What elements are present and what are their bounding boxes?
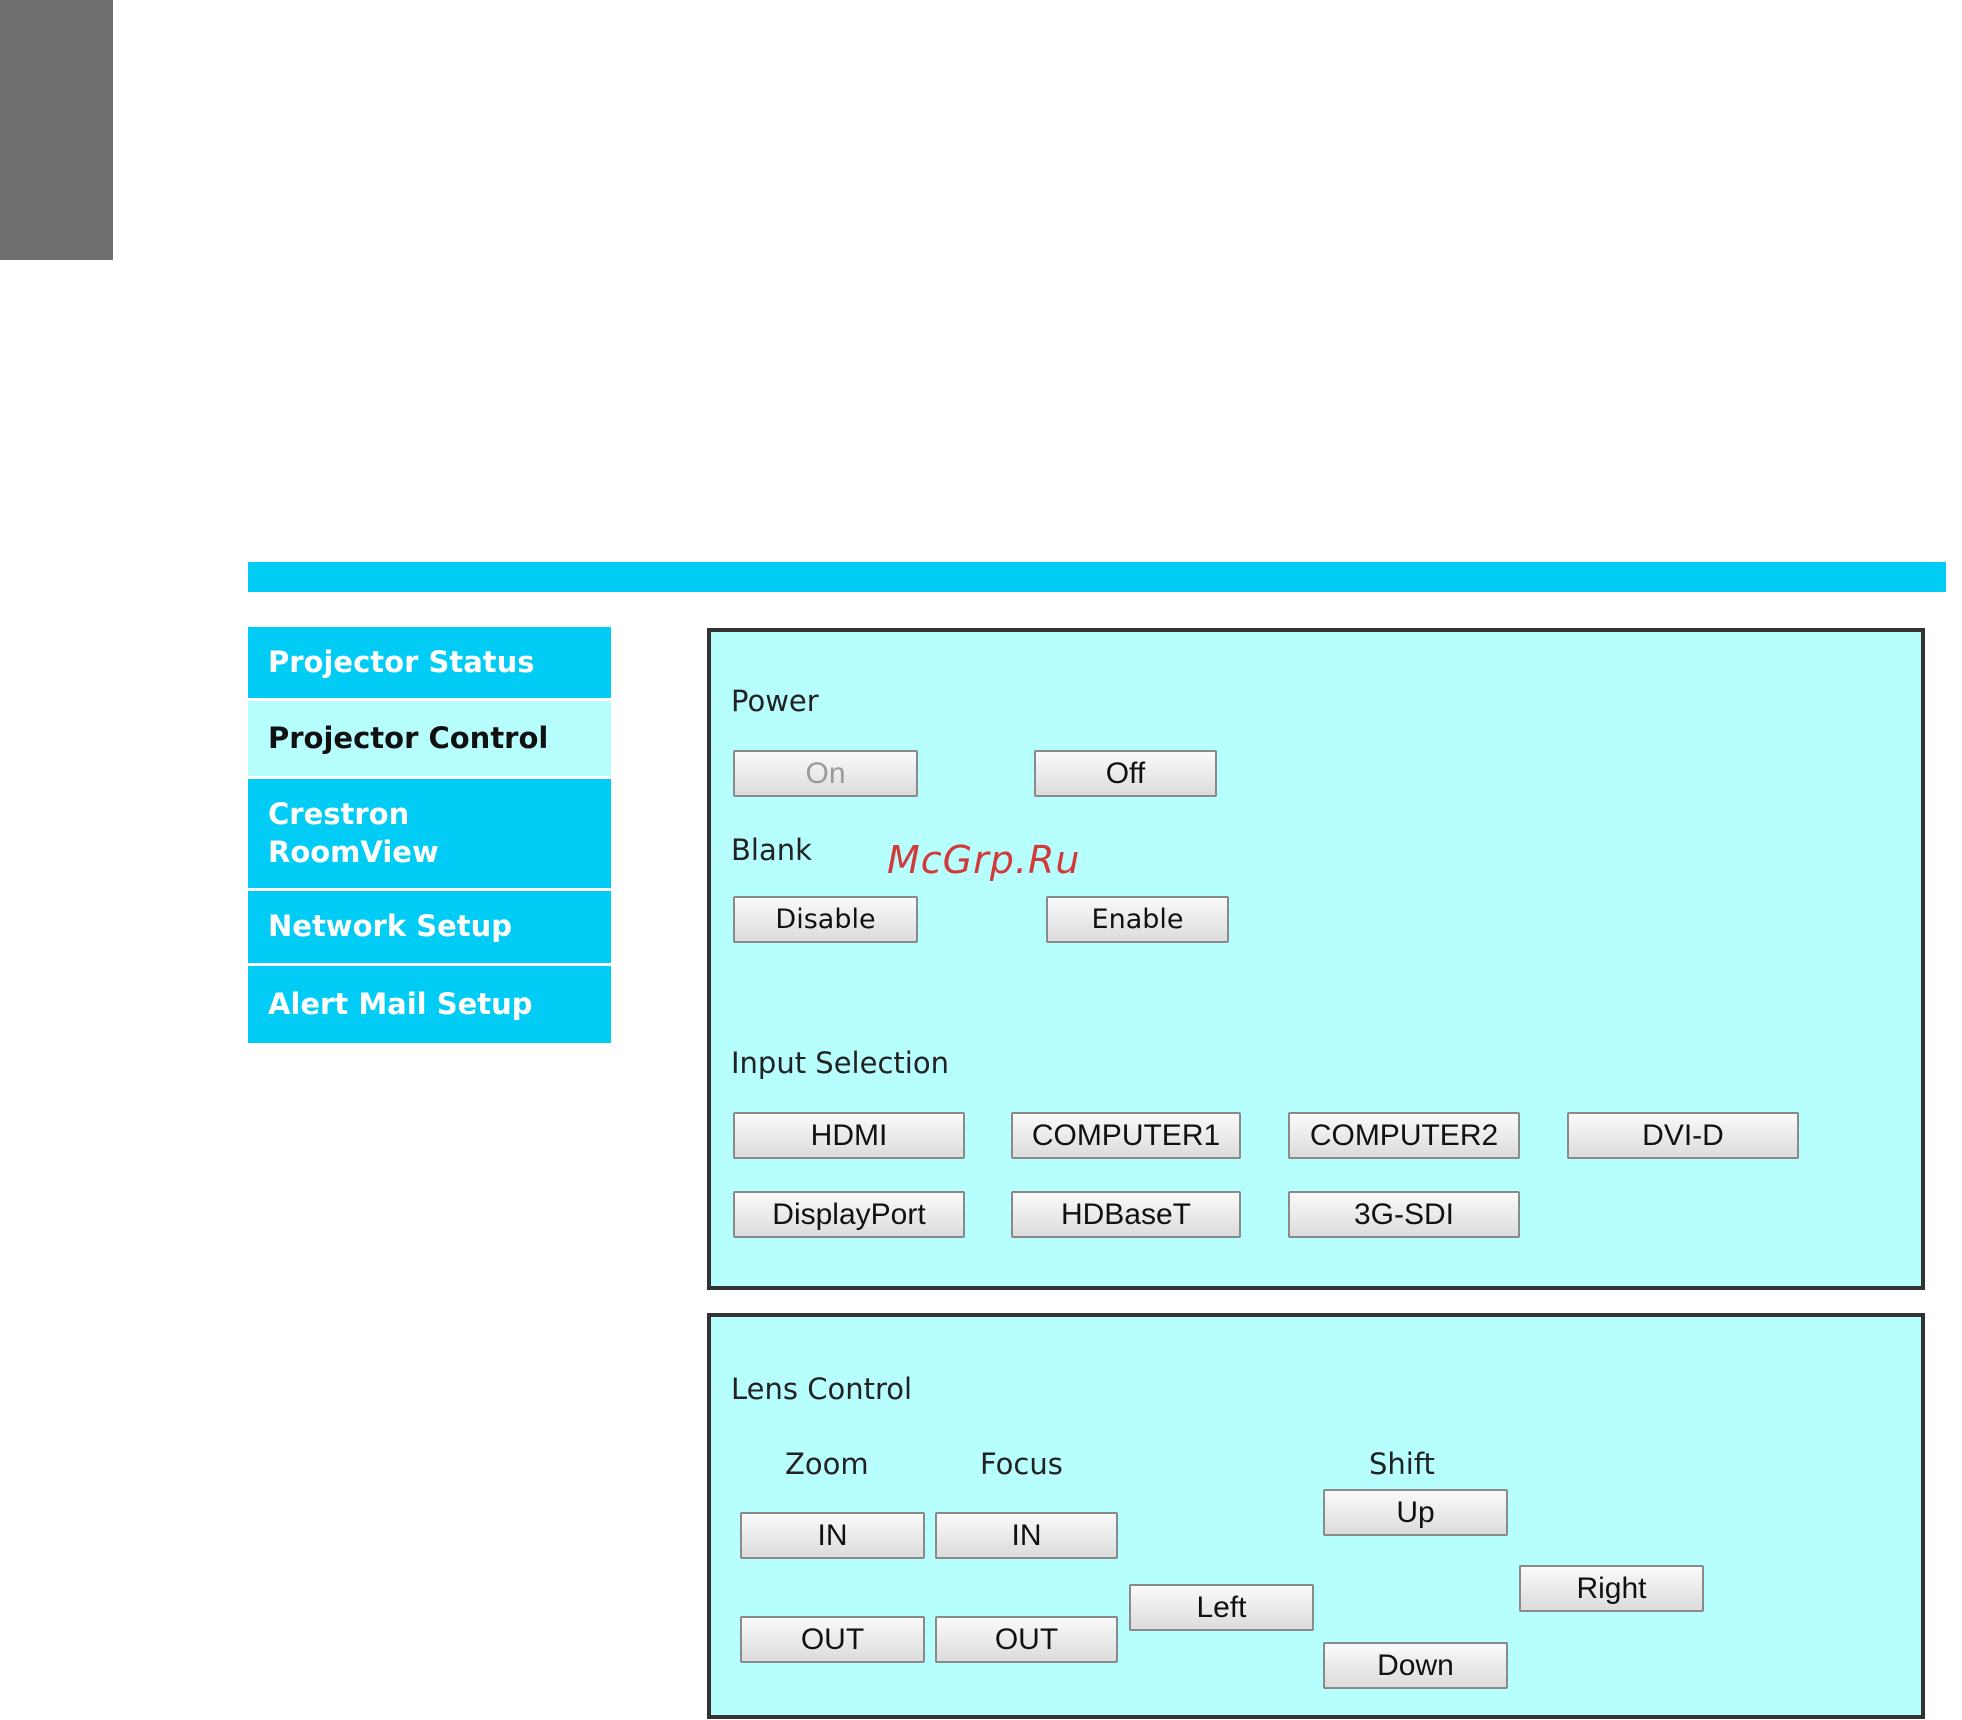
input-dvi-d-button[interactable]: DVI-D	[1567, 1112, 1799, 1159]
input-computer1-button[interactable]: COMPUTER1	[1011, 1112, 1241, 1159]
input-selection-heading: Input Selection	[731, 1046, 949, 1080]
input-3g-sdi-button[interactable]: 3G-SDI	[1288, 1191, 1520, 1238]
blank-disable-button[interactable]: Disable	[733, 896, 918, 943]
shift-heading: Shift	[1369, 1447, 1435, 1481]
shift-left-button[interactable]: Left	[1129, 1584, 1314, 1631]
nav-item-label: Projector Control	[268, 720, 549, 755]
lens-control-panel: Lens Control Zoom Focus Shift IN IN OUT …	[707, 1313, 1925, 1719]
header-bar	[248, 562, 1946, 592]
blank-enable-button[interactable]: Enable	[1046, 896, 1229, 943]
power-off-button[interactable]: Off	[1034, 750, 1217, 797]
input-hdbaset-button[interactable]: HDBaseT	[1011, 1191, 1241, 1238]
nav-item-projector-status[interactable]: Projector Status	[248, 627, 611, 701]
page-corner-tab	[0, 0, 113, 260]
nav-item-crestron-roomview[interactable]: Crestron RoomView	[248, 779, 611, 891]
focus-in-button[interactable]: IN	[935, 1512, 1118, 1559]
nav-item-label: Alert Mail Setup	[268, 986, 533, 1021]
nav-item-alert-mail-setup[interactable]: Alert Mail Setup	[248, 966, 611, 1043]
zoom-in-button[interactable]: IN	[740, 1512, 925, 1559]
lens-control-heading: Lens Control	[731, 1372, 913, 1406]
nav-item-label: Crestron RoomView	[268, 796, 439, 869]
nav-item-projector-control[interactable]: Projector Control	[248, 701, 611, 779]
nav-item-label: Network Setup	[268, 909, 513, 944]
blank-heading: Blank	[731, 833, 812, 867]
zoom-out-button[interactable]: OUT	[740, 1616, 925, 1663]
focus-heading: Focus	[980, 1447, 1063, 1481]
sidebar-nav: Projector Status Projector Control Crest…	[248, 627, 611, 1043]
nav-item-network-setup[interactable]: Network Setup	[248, 891, 611, 966]
zoom-heading: Zoom	[785, 1447, 869, 1481]
shift-down-button[interactable]: Down	[1323, 1642, 1508, 1689]
input-displayport-button[interactable]: DisplayPort	[733, 1191, 965, 1238]
projector-control-panel: Power On Off Blank Disable Enable Input …	[707, 628, 1925, 1290]
nav-item-label: Projector Status	[268, 644, 535, 679]
input-computer2-button[interactable]: COMPUTER2	[1288, 1112, 1520, 1159]
watermark-text: McGrp.Ru	[887, 838, 1081, 882]
power-on-button[interactable]: On	[733, 750, 918, 797]
focus-out-button[interactable]: OUT	[935, 1616, 1118, 1663]
shift-up-button[interactable]: Up	[1323, 1489, 1508, 1536]
shift-right-button[interactable]: Right	[1519, 1565, 1704, 1612]
power-heading: Power	[731, 684, 819, 718]
input-hdmi-button[interactable]: HDMI	[733, 1112, 965, 1159]
